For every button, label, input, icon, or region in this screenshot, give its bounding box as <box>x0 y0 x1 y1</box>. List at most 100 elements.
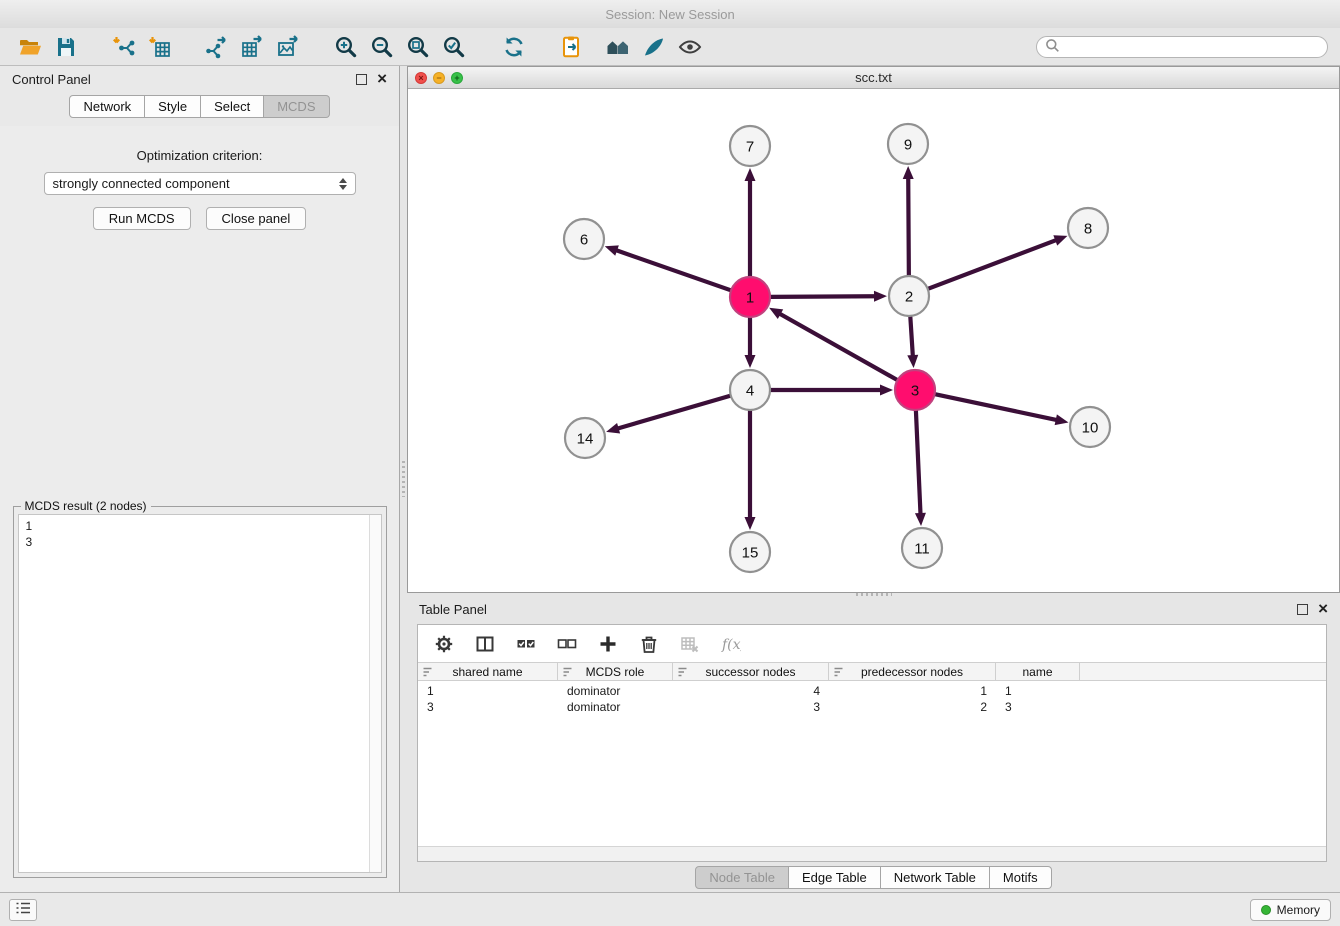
clipboard-icon[interactable] <box>554 32 590 62</box>
close-table-panel-icon[interactable]: × <box>1318 602 1328 616</box>
column-header-successor-nodes[interactable]: successor nodes <box>673 663 829 680</box>
show-hide-icon[interactable] <box>672 32 708 62</box>
column-header-mcds-role[interactable]: MCDS role <box>558 663 673 680</box>
graph-node-label: 4 <box>746 382 754 399</box>
close-panel-icon[interactable]: × <box>377 72 387 86</box>
edge-arrowhead-icon <box>880 385 893 396</box>
column-header-label: MCDS role <box>586 665 645 679</box>
graph-node-label: 11 <box>914 540 930 557</box>
home-icon[interactable] <box>600 32 636 62</box>
control-panel-tabs: NetworkStyleSelectMCDS <box>0 92 399 126</box>
column-sort-icon <box>562 666 573 681</box>
settings-icon[interactable] <box>432 632 456 656</box>
table-tab-node-table[interactable]: Node Table <box>695 866 789 889</box>
zoom-selected-icon[interactable] <box>436 32 472 62</box>
columns-icon[interactable] <box>473 632 497 656</box>
graph-node[interactable]: 6 <box>564 219 604 259</box>
graph-node[interactable]: 10 <box>1070 407 1110 447</box>
graph-node[interactable]: 7 <box>730 126 770 166</box>
delete-row-icon[interactable] <box>637 632 661 656</box>
graph-edge[interactable] <box>745 411 756 530</box>
search-icon <box>1045 38 1060 56</box>
graph-edge[interactable] <box>936 394 1069 425</box>
graph-node[interactable]: 11 <box>902 528 942 568</box>
graph-node[interactable]: 3 <box>895 370 935 410</box>
style-apply-icon[interactable] <box>636 32 672 62</box>
float-panel-icon[interactable] <box>356 74 367 85</box>
search-field[interactable] <box>1036 36 1328 58</box>
memory-status-icon <box>1261 905 1271 915</box>
graph-edge[interactable] <box>915 411 926 526</box>
table-tab-network-table[interactable]: Network Table <box>881 866 990 889</box>
unselect-all-icon[interactable] <box>555 632 579 656</box>
tab-mcds[interactable]: MCDS <box>264 95 329 118</box>
refresh-icon[interactable] <box>496 32 532 62</box>
graph-edge[interactable] <box>907 317 918 368</box>
memory-button-label: Memory <box>1277 903 1320 917</box>
graph-edge[interactable] <box>606 396 730 434</box>
tab-style[interactable]: Style <box>145 95 201 118</box>
application-window: Session: New Session Control Panel × Net… <box>0 0 1340 926</box>
column-header-name[interactable]: name <box>996 663 1080 680</box>
table-cell-shared-name: 1 <box>418 684 558 698</box>
save-session-icon[interactable] <box>48 32 84 62</box>
import-network-icon[interactable] <box>106 32 142 62</box>
graph-edge[interactable] <box>769 308 897 380</box>
graph-edge[interactable] <box>745 168 756 276</box>
task-history-button[interactable] <box>9 899 37 921</box>
graph-node[interactable]: 14 <box>565 418 605 458</box>
graph-node[interactable]: 8 <box>1068 208 1108 248</box>
float-table-panel-icon[interactable] <box>1297 604 1308 615</box>
table-panel: Table Panel × f(x) shared nameMCDS roles… <box>407 596 1340 892</box>
vertical-splitter[interactable] <box>400 66 407 892</box>
column-header-shared-name[interactable]: shared name <box>418 663 558 680</box>
criterion-dropdown[interactable]: strongly connected component <box>44 172 356 195</box>
graph-node[interactable]: 9 <box>888 124 928 164</box>
memory-button[interactable]: Memory <box>1250 899 1331 921</box>
export-image-icon[interactable] <box>270 32 306 62</box>
column-header-predecessor-nodes[interactable]: predecessor nodes <box>829 663 996 680</box>
graph-node[interactable]: 4 <box>730 370 770 410</box>
zoom-out-icon[interactable] <box>364 32 400 62</box>
table-tab-edge-table[interactable]: Edge Table <box>789 866 881 889</box>
network-canvas[interactable]: 7 9 6 8 1 2 4 3 14 10 15 11 <box>408 89 1339 592</box>
zoom-fit-icon[interactable] <box>400 32 436 62</box>
tab-network[interactable]: Network <box>69 95 145 118</box>
graph-edge[interactable] <box>771 385 893 396</box>
table-horizontal-scrollbar[interactable] <box>418 846 1326 861</box>
add-row-icon[interactable] <box>596 632 620 656</box>
table-column-header: shared name MCDS role successor nodesprede… <box>418 662 1326 681</box>
table-row[interactable]: 3dominator323 <box>418 699 1326 715</box>
tab-select[interactable]: Select <box>201 95 264 118</box>
maximize-window-icon[interactable]: + <box>451 72 463 84</box>
graph-node-label: 7 <box>746 138 754 155</box>
result-scrollbar[interactable] <box>369 515 381 872</box>
table-tab-motifs[interactable]: Motifs <box>990 866 1052 889</box>
graph-edge[interactable] <box>771 291 887 302</box>
graph-node-label: 8 <box>1084 220 1092 237</box>
close-window-icon[interactable]: × <box>415 72 427 84</box>
graph-node-label: 9 <box>904 136 912 153</box>
table-panel-title: Table Panel <box>419 602 487 617</box>
graph-edge[interactable] <box>745 318 756 368</box>
dropdown-stepper-icon <box>339 178 347 190</box>
run-mcds-button[interactable]: Run MCDS <box>93 207 191 230</box>
graph-edge[interactable] <box>903 166 914 275</box>
close-panel-button[interactable]: Close panel <box>206 207 307 230</box>
import-table-icon[interactable] <box>142 32 178 62</box>
mcds-panel-body: Optimization criterion: strongly connect… <box>0 126 399 892</box>
graph-node[interactable]: 15 <box>730 532 770 572</box>
zoom-in-icon[interactable] <box>328 32 364 62</box>
export-network-icon[interactable] <box>198 32 234 62</box>
open-session-icon[interactable] <box>12 32 48 62</box>
graph-edge[interactable] <box>929 235 1068 288</box>
minimize-window-icon[interactable]: − <box>433 72 445 84</box>
optimization-criterion-label: Optimization criterion: <box>137 148 263 163</box>
search-input[interactable] <box>1065 40 1319 54</box>
export-table-icon[interactable] <box>234 32 270 62</box>
select-all-icon[interactable] <box>514 632 538 656</box>
graph-edge[interactable] <box>605 245 730 290</box>
graph-node[interactable]: 1 <box>730 277 770 317</box>
table-row[interactable]: 1dominator411 <box>418 683 1326 699</box>
graph-node[interactable]: 2 <box>889 276 929 316</box>
